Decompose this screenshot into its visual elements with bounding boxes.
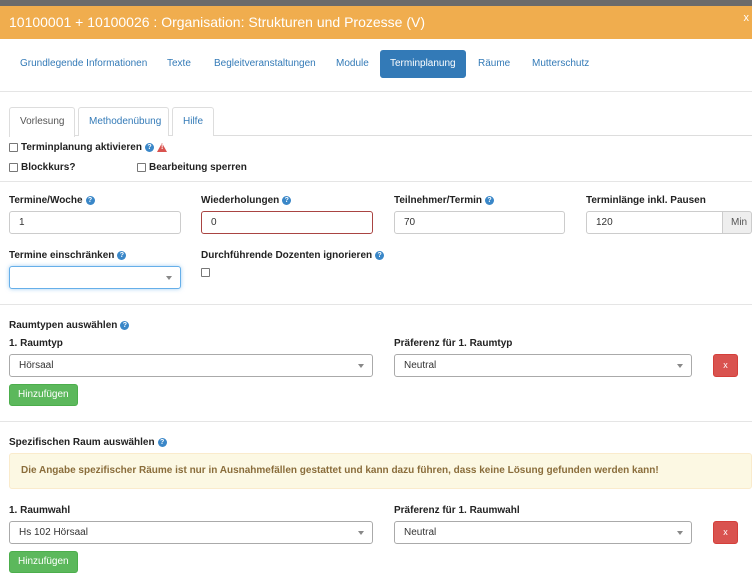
info-icon[interactable]: ?	[157, 438, 167, 447]
raumwahl-praeferenz-value: Neutral	[404, 527, 437, 538]
tab-vorlesung[interactable]: Vorlesung	[9, 107, 75, 137]
termine-woche-input[interactable]: 1	[9, 211, 181, 234]
dialog-title: 10100001 + 10100026 : Organisation: Stru…	[9, 14, 425, 30]
warning-icon	[156, 143, 167, 152]
raumtyp-select[interactable]: Hörsaal	[9, 354, 373, 377]
chevron-down-icon	[358, 364, 364, 368]
nav-pill-grundlegende-informationen[interactable]: Grundlegende Informationen	[10, 50, 157, 78]
dozenten-ignorieren-label-text: Durchführende Dozenten ignorieren	[201, 250, 373, 261]
wiederholungen-label-text: Wiederholungen	[201, 195, 280, 206]
nav-pill-mutterschutz[interactable]: Mutterschutz	[522, 50, 599, 78]
raumwahl-label: 1. Raumwahl	[9, 505, 71, 516]
termine-woche-label-text: Termine/Woche	[9, 195, 83, 206]
termine-einschraenken-label-text: Termine einschränken	[9, 250, 115, 261]
bearbeitung-sperren-checkbox[interactable]	[137, 163, 146, 172]
termine-woche-label: Termine/Woche ?	[9, 195, 95, 206]
nav-pill-begleitveranstaltungen[interactable]: Begleitveranstaltungen	[204, 50, 326, 78]
divider	[0, 181, 752, 182]
tab-hilfe[interactable]: Hilfe	[172, 107, 214, 136]
raumtypen-heading: Raumtypen auswählen ?	[9, 320, 130, 331]
nav-pill-module[interactable]: Module	[326, 50, 379, 78]
bearbeitung-sperren-label: Bearbeitung sperren	[149, 162, 247, 173]
dozenten-ignorieren-checkbox[interactable]	[201, 268, 210, 277]
raumwahl-praeferenz-select[interactable]: Neutral	[394, 521, 692, 544]
termine-einschraenken-label: Termine einschränken ?	[9, 250, 127, 261]
chevron-down-icon	[166, 276, 172, 280]
nav-pill-terminplanung[interactable]: Terminplanung	[380, 50, 466, 78]
raumtyp-praeferenz-label: Präferenz für 1. Raumtyp	[394, 338, 513, 349]
termine-einschraenken-select[interactable]	[9, 266, 181, 289]
minutes-addon: Min	[723, 211, 752, 234]
divider	[0, 421, 752, 422]
divider	[0, 304, 752, 305]
raumwahl-value: Hs 102 Hörsaal	[19, 527, 88, 538]
raumwahl-select[interactable]: Hs 102 Hörsaal	[9, 521, 373, 544]
terminlaenge-input[interactable]: 120	[586, 211, 723, 234]
blockkurs-label: Blockkurs?	[21, 162, 76, 173]
warning-alert: Die Angabe spezifischer Räume ist nur in…	[9, 453, 752, 489]
dozenten-ignorieren-label: Durchführende Dozenten ignorieren ?	[201, 250, 385, 261]
teilnehmer-input[interactable]: 70	[394, 211, 565, 234]
terminlaenge-label-text: Terminlänge inkl. Pausen	[586, 195, 706, 206]
chevron-down-icon	[358, 531, 364, 535]
info-icon[interactable]: ?	[375, 251, 385, 260]
blockkurs-row: Blockkurs?	[9, 162, 75, 173]
chevron-down-icon	[677, 364, 683, 368]
raumtypen-heading-text: Raumtypen auswählen	[9, 320, 118, 331]
terminlaenge-label: Terminlänge inkl. Pausen	[586, 195, 706, 206]
raumtyp-praeferenz-value: Neutral	[404, 360, 437, 371]
teilnehmer-label: Teilnehmer/Termin ?	[394, 195, 494, 206]
remove-raumtyp-button[interactable]: x	[713, 354, 738, 377]
add-raumtyp-button[interactable]: Hinzufügen	[9, 384, 78, 406]
terminplanung-aktivieren-checkbox[interactable]	[9, 143, 18, 152]
chevron-down-icon	[677, 531, 683, 535]
info-icon[interactable]: ?	[282, 196, 292, 205]
nav-pill-raeume[interactable]: Räume	[468, 50, 520, 78]
teilnehmer-label-text: Teilnehmer/Termin	[394, 195, 482, 206]
info-icon[interactable]: ?	[85, 196, 95, 205]
raumtyp-praeferenz-select[interactable]: Neutral	[394, 354, 692, 377]
tab-methodenuebung[interactable]: Methodenübung	[78, 107, 169, 136]
wiederholungen-input[interactable]: 0	[201, 211, 373, 234]
terminplanung-aktivieren-label: Terminplanung aktivieren	[21, 142, 142, 153]
info-icon[interactable]: ?	[117, 251, 127, 260]
add-raumwahl-button[interactable]: Hinzufügen	[9, 551, 78, 573]
spezifischer-raum-heading: Spezifischen Raum auswählen ?	[9, 437, 167, 448]
terminplanung-aktivieren-row: Terminplanung aktivieren ?	[9, 142, 167, 153]
sub-tabs: Vorlesung Methodenübung Hilfe	[9, 107, 752, 137]
raumtyp-label: 1. Raumtyp	[9, 338, 63, 349]
divider	[0, 91, 752, 92]
raumtyp-value: Hörsaal	[19, 360, 54, 371]
info-icon[interactable]: ?	[144, 143, 154, 152]
dialog-title-bar: 10100001 + 10100026 : Organisation: Stru…	[0, 6, 752, 39]
info-icon[interactable]: ?	[484, 196, 494, 205]
remove-raumwahl-button[interactable]: x	[713, 521, 738, 544]
nav-pill-texte[interactable]: Texte	[157, 50, 201, 78]
spezifischer-raum-heading-text: Spezifischen Raum auswählen	[9, 437, 155, 448]
raumwahl-praeferenz-label: Präferenz für 1. Raumwahl	[394, 505, 520, 516]
close-icon[interactable]: x	[744, 12, 750, 24]
wiederholungen-label: Wiederholungen ?	[201, 195, 292, 206]
blockkurs-checkbox[interactable]	[9, 163, 18, 172]
info-icon[interactable]: ?	[120, 321, 130, 330]
bearbeitung-sperren-row: Bearbeitung sperren	[137, 162, 247, 173]
